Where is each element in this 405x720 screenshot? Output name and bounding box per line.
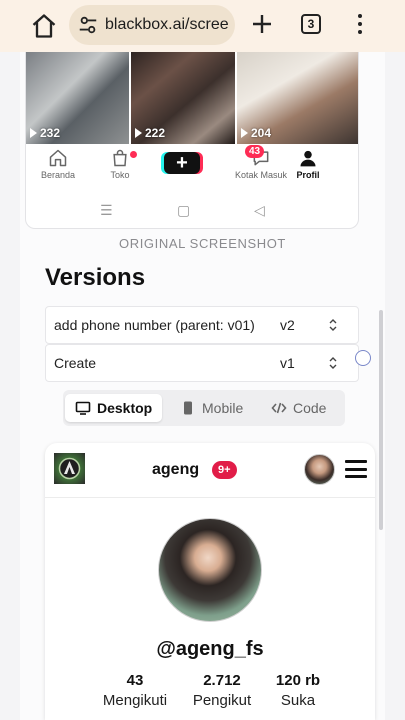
code-icon xyxy=(271,402,287,414)
scroll-handle[interactable] xyxy=(355,350,371,366)
home-icon xyxy=(49,149,67,167)
play-icon xyxy=(30,128,37,138)
url-text[interactable]: blackbox.ai/scree xyxy=(105,16,233,34)
chevron-up-down-icon[interactable] xyxy=(328,318,338,332)
nav-item-profile[interactable]: Profil xyxy=(278,148,338,180)
tab-desktop[interactable]: Desktop xyxy=(65,394,163,422)
phone-icon xyxy=(184,401,192,415)
scrollbar[interactable] xyxy=(379,310,383,530)
chevron-up-down-icon[interactable] xyxy=(328,356,338,370)
back-icon[interactable]: ◁ xyxy=(254,202,265,219)
play-icon xyxy=(135,128,142,138)
stat-following[interactable]: 43 Mengikuti xyxy=(90,672,180,709)
browser-toolbar: blackbox.ai/scree 3 xyxy=(0,0,405,52)
original-screenshot: 232 222 204 Beranda Toko + Kotak Masuk 4… xyxy=(25,52,359,229)
nav-item-shop[interactable]: Toko xyxy=(90,148,150,180)
video-thumbnail[interactable]: 222 xyxy=(131,52,235,144)
address-bar[interactable]: blackbox.ai/scree xyxy=(69,5,235,45)
notification-badge[interactable]: 9+ xyxy=(212,461,237,479)
header-username: ageng xyxy=(152,461,200,478)
view-count: 232 xyxy=(30,126,60,140)
preview-header: ageng 9+ xyxy=(45,443,375,498)
app-bottom-nav: Beranda Toko + Kotak Masuk 43 Profil xyxy=(26,145,358,188)
versions-heading: Versions xyxy=(45,264,146,291)
recents-icon[interactable]: ☰ xyxy=(100,202,113,219)
version-select-row[interactable]: Create v1 xyxy=(45,344,359,382)
shopping-bag-icon xyxy=(113,149,127,167)
overflow-menu-icon[interactable] xyxy=(350,12,370,36)
version-select-row[interactable]: add phone number (parent: v01) v2 xyxy=(45,306,359,344)
monitor-icon xyxy=(75,401,91,415)
create-video-button[interactable]: + xyxy=(164,152,200,174)
system-nav-bar: ☰ ▢ ◁ xyxy=(26,198,358,224)
home-icon[interactable] xyxy=(30,12,58,40)
logo-icon xyxy=(58,457,81,480)
tab-switcher-button[interactable]: 3 xyxy=(301,14,321,34)
tab-code[interactable]: Code xyxy=(261,394,336,422)
version-name: add phone number (parent: v01) xyxy=(54,317,255,333)
play-icon xyxy=(241,128,248,138)
view-count: 204 xyxy=(241,126,271,140)
version-name: Create xyxy=(54,355,97,371)
profile-handle: @ageng_fs xyxy=(156,638,264,660)
video-thumbnail[interactable]: 204 xyxy=(237,52,358,144)
hamburger-menu-icon[interactable] xyxy=(345,460,367,478)
preview-frame: ageng 9+ @ageng_fs 43 Mengikuti 2.712 Pe… xyxy=(45,443,375,720)
version-number: v1 xyxy=(280,355,295,371)
view-count: 222 xyxy=(135,126,165,140)
profile-photo xyxy=(158,518,262,622)
screenshot-caption: ORIGINAL SCREENSHOT xyxy=(119,236,286,251)
view-mode-tabs: Desktop Mobile Code xyxy=(63,390,345,426)
video-thumbnail[interactable]: 232 xyxy=(26,52,129,144)
tab-mobile[interactable]: Mobile xyxy=(170,394,253,422)
stat-likes[interactable]: 120 rb Suka xyxy=(253,672,343,709)
site-settings-icon[interactable] xyxy=(77,14,99,36)
version-number: v2 xyxy=(280,317,295,333)
inbox-badge: 43 xyxy=(245,145,265,158)
avatar[interactable] xyxy=(304,454,335,485)
home-square-icon[interactable]: ▢ xyxy=(177,202,190,219)
nav-item-home[interactable]: Beranda xyxy=(28,148,88,180)
notification-dot xyxy=(130,151,137,158)
profile-icon xyxy=(300,150,316,167)
app-logo[interactable] xyxy=(54,453,85,484)
new-tab-icon[interactable] xyxy=(250,12,274,36)
